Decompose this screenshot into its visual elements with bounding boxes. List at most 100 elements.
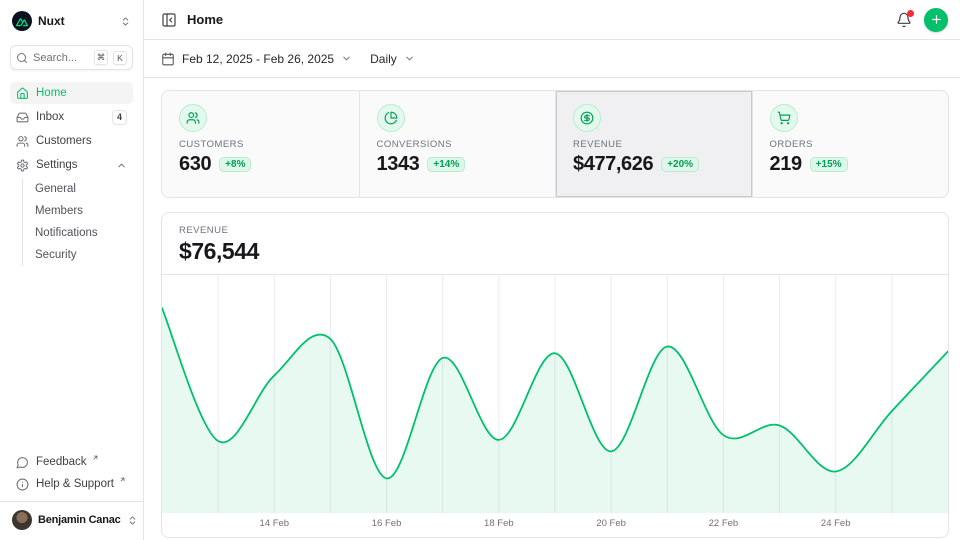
x-tick-label: 14 Feb	[259, 518, 289, 529]
users-icon	[16, 135, 29, 148]
sidebar-item-security[interactable]: Security	[23, 244, 133, 266]
granularity-label: Daily	[370, 52, 397, 66]
stat-card-conversions[interactable]: CONVERSIONS 1343 +14%	[359, 91, 556, 197]
date-range-picker[interactable]: Feb 12, 2025 - Feb 26, 2025	[161, 52, 352, 66]
footer-link-label: Feedback	[36, 456, 87, 468]
sidebar-item-members[interactable]: Members	[23, 200, 133, 222]
users-icon	[179, 104, 207, 132]
chevrons-up-down-icon	[120, 16, 131, 27]
revenue-chart-panel: REVENUE $76,544 14 Feb 16 Feb 18 Feb 20 Feb…	[161, 212, 949, 538]
granularity-select[interactable]: Daily	[370, 52, 415, 66]
home-icon	[16, 87, 29, 100]
main-area: Home Feb 12, 2	[144, 0, 960, 540]
stat-card-revenue[interactable]: REVENUE $477,626 +20%	[555, 91, 752, 197]
chevron-down-icon	[341, 53, 352, 64]
sidebar-item-customers[interactable]: Customers	[10, 130, 133, 152]
inbox-icon	[16, 111, 29, 124]
arrow-up-right-icon	[119, 476, 126, 483]
nuxt-logo-icon	[12, 11, 32, 31]
x-tick-label: 18 Feb	[484, 518, 514, 529]
sidebar: Nuxt Search... ⌘ K Home	[0, 0, 144, 540]
sidebar-nav: Home Inbox 4 Customers Settings	[10, 82, 133, 266]
submenu-label: Security	[35, 249, 77, 261]
inbox-count-badge: 4	[112, 110, 127, 125]
chart-x-axis: 14 Feb 16 Feb 18 Feb 20 Feb 22 Feb 24 Feb	[162, 513, 948, 537]
notification-dot	[907, 10, 914, 17]
collapse-sidebar-button[interactable]	[161, 12, 177, 28]
chart-metric-label: REVENUE	[179, 225, 931, 236]
stat-label: CUSTOMERS	[179, 139, 342, 150]
stat-delta-badge: +15%	[810, 157, 848, 172]
arrow-up-right-icon	[92, 454, 99, 461]
stat-card-customers[interactable]: CUSTOMERS 630 +8%	[162, 91, 359, 197]
x-tick-label: 22 Feb	[709, 518, 739, 529]
chart-svg	[162, 275, 948, 513]
message-bubble-icon	[16, 456, 29, 469]
notifications-button[interactable]	[896, 12, 912, 28]
stat-value: $477,626	[573, 153, 653, 176]
stat-delta-badge: +8%	[219, 157, 251, 172]
stat-value: 219	[770, 153, 802, 176]
chevron-down-icon	[404, 53, 415, 64]
calendar-icon	[161, 52, 175, 66]
stat-label: ORDERS	[770, 139, 932, 150]
gear-icon	[16, 159, 29, 172]
shopping-cart-icon	[770, 104, 798, 132]
workspace-switcher[interactable]: Nuxt	[10, 10, 133, 32]
submenu-label: Notifications	[35, 227, 98, 239]
search-placeholder: Search...	[33, 52, 89, 64]
submenu-label: Members	[35, 205, 83, 217]
kbd-cmd: ⌘	[94, 50, 108, 65]
stat-value: 1343	[377, 153, 420, 176]
panel-left-close-icon	[161, 12, 177, 28]
avatar	[12, 510, 32, 530]
x-tick-label: 24 Feb	[821, 518, 851, 529]
stat-label: REVENUE	[573, 139, 735, 150]
submenu-label: General	[35, 183, 76, 195]
revenue-area-chart[interactable]	[162, 275, 948, 513]
stats-row: CUSTOMERS 630 +8% CONVERSIONS 1343 +14%	[161, 90, 949, 198]
stat-delta-badge: +14%	[427, 157, 465, 172]
info-circle-icon	[16, 478, 29, 491]
page-title: Home	[187, 12, 223, 27]
dollar-circle-icon	[573, 104, 601, 132]
pie-chart-icon	[377, 104, 405, 132]
app-window: Nuxt Search... ⌘ K Home	[0, 0, 960, 540]
filters-toolbar: Feb 12, 2025 - Feb 26, 2025 Daily	[144, 40, 960, 78]
chart-metric-value: $76,544	[179, 238, 931, 265]
sidebar-item-general[interactable]: General	[23, 178, 133, 200]
sidebar-item-label: Customers	[36, 135, 92, 147]
date-range-label: Feb 12, 2025 - Feb 26, 2025	[182, 52, 334, 66]
add-button[interactable]	[924, 8, 948, 32]
dashboard-content: CUSTOMERS 630 +8% CONVERSIONS 1343 +14%	[144, 78, 960, 540]
page-header: Home	[144, 0, 960, 40]
help-support-link[interactable]: Help & Support	[10, 473, 133, 495]
stat-card-orders[interactable]: ORDERS 219 +15%	[752, 91, 949, 197]
sidebar-item-settings[interactable]: Settings	[10, 154, 133, 176]
sidebar-item-label: Home	[36, 87, 67, 99]
search-icon	[16, 52, 28, 64]
search-input[interactable]: Search... ⌘ K	[10, 45, 133, 70]
user-menu[interactable]: Benjamin Canac	[10, 502, 133, 532]
sidebar-item-home[interactable]: Home	[10, 82, 133, 104]
sidebar-spacer	[10, 266, 133, 451]
stat-label: CONVERSIONS	[377, 139, 539, 150]
plus-icon	[930, 13, 943, 26]
kbd-k: K	[113, 51, 127, 65]
x-tick-label: 20 Feb	[596, 518, 626, 529]
footer-link-label: Help & Support	[36, 478, 114, 490]
workspace-name: Nuxt	[38, 14, 114, 28]
x-tick-label: 16 Feb	[372, 518, 402, 529]
chart-header: REVENUE $76,544	[162, 213, 948, 275]
sidebar-item-label: Inbox	[36, 111, 64, 123]
settings-submenu: General Members Notifications Security	[22, 178, 133, 266]
chevrons-up-down-icon	[127, 515, 138, 526]
header-actions	[896, 8, 948, 32]
sidebar-item-inbox[interactable]: Inbox 4	[10, 106, 133, 128]
chevron-up-icon	[116, 160, 127, 171]
feedback-link[interactable]: Feedback	[10, 451, 133, 473]
sidebar-item-label: Settings	[36, 159, 78, 171]
stat-value: 630	[179, 153, 211, 176]
sidebar-item-notifications[interactable]: Notifications	[23, 222, 133, 244]
stat-delta-badge: +20%	[661, 157, 699, 172]
